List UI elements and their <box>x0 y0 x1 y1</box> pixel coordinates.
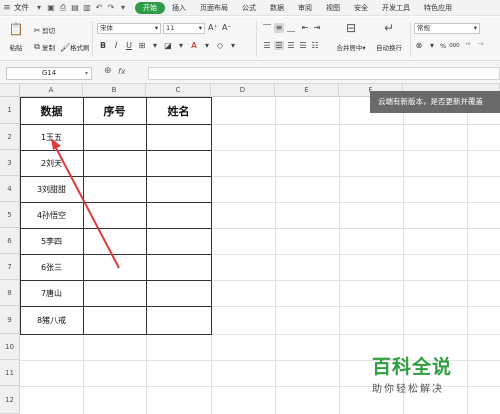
chevron-down-icon: ▾ <box>198 24 202 32</box>
undo-icon[interactable]: ↶ <box>93 2 105 13</box>
align-middle-icon[interactable]: ≡ <box>274 23 284 33</box>
watermark-title: 百科全说 <box>372 356 453 378</box>
print-icon[interactable]: ⎙ <box>57 2 69 13</box>
chevron-down-icon[interactable]: ▾ <box>176 41 186 50</box>
chevron-down-icon: ▾ <box>84 70 88 77</box>
print-preview-icon[interactable]: ▤ <box>69 2 81 13</box>
hamburger-menu-icon[interactable]: ≡ <box>0 3 14 13</box>
ribbon-toolbar: 📋 粘贴 ✂ 剪切 ⧉ 复制 🖌 格式刷 宋体 ▾ 11 ▾ A⁺ A⁻ B I… <box>0 17 500 61</box>
tab-developer[interactable]: 开发工具 <box>375 3 417 13</box>
font-color-icon[interactable]: A <box>189 41 199 50</box>
align-top-icon[interactable]: ⎺ <box>262 23 272 33</box>
file-menu[interactable]: 文件 <box>14 2 29 13</box>
copy-button[interactable]: ⧉ 复制 <box>32 42 55 52</box>
chevron-down-icon: ▾ <box>154 24 158 32</box>
font-name-select[interactable]: 宋体 ▾ <box>97 23 161 34</box>
redo-icon[interactable]: ↷ <box>105 2 117 13</box>
chevron-down-icon: ▾ <box>473 24 477 32</box>
copy-icon: ⧉ <box>34 42 40 51</box>
divider <box>256 21 257 57</box>
ribbon-tabs: 开始 插入 页面布局 公式 数据 审阅 视图 安全 开发工具 特色应用 <box>135 1 459 14</box>
underline-icon[interactable]: U <box>124 41 134 50</box>
horizontal-align-group: ☰ ☰ ☰ ☰ ☷ <box>262 41 320 50</box>
vertical-align-group: ⎺ ≡ ⎽ <box>262 23 296 33</box>
distributed-icon[interactable]: ☷ <box>310 41 320 50</box>
tab-security[interactable]: 安全 <box>347 3 375 13</box>
wrap-text-button[interactable]: ↵ 自动换行 <box>372 21 406 52</box>
tab-insert[interactable]: 插入 <box>165 3 193 13</box>
percent-style-button[interactable]: % <box>440 42 446 50</box>
tab-view[interactable]: 视图 <box>319 3 347 13</box>
chevron-down-icon[interactable]: ▾ <box>228 41 238 50</box>
indent-decrease-icon[interactable]: ⇤ <box>300 23 310 32</box>
menu-bar: ≡ 文件 ▾ ▣ ⎙ ▤ ▥ ↶ ↷ ▾ 开始 插入 页面布局 公式 数据 审阅… <box>0 0 500 16</box>
chevron-down-icon[interactable]: ▾ <box>150 41 160 50</box>
update-notification[interactable]: 云端有新版本，是否更新并覆盖 <box>370 91 500 113</box>
indent-increase-icon[interactable]: ⇥ <box>312 23 322 32</box>
watermark: 百科全说 助你轻松解决 <box>372 352 492 395</box>
tab-special[interactable]: 特色应用 <box>417 3 459 13</box>
fill-color-icon[interactable]: ◪ <box>163 41 173 50</box>
divider <box>410 21 411 57</box>
tab-page-layout[interactable]: 页面布局 <box>193 3 235 13</box>
tab-formulas[interactable]: 公式 <box>235 3 263 13</box>
tab-review[interactable]: 审阅 <box>291 3 319 13</box>
chevron-down-icon[interactable]: ▾ <box>202 41 212 50</box>
paste-icon: 📋 <box>8 22 24 36</box>
name-box[interactable]: G14 ▾ <box>6 67 92 80</box>
currency-icon[interactable]: ⊗ <box>414 41 424 50</box>
bold-icon[interactable]: B <box>98 41 108 50</box>
font-grow-icon: A⁺ <box>208 23 218 32</box>
tab-home[interactable]: 开始 <box>135 1 165 14</box>
border-icon[interactable]: ⊞ <box>137 41 147 50</box>
arrow-shaft <box>54 145 120 269</box>
chevron-down-icon[interactable]: ▾ <box>33 2 45 13</box>
wrap-text-icon: ↵ <box>383 21 395 35</box>
tab-data[interactable]: 数据 <box>263 3 291 13</box>
scissors-icon: ✂ <box>33 25 41 35</box>
save-icon[interactable]: ▣ <box>45 2 57 13</box>
align-right-icon[interactable]: ☰ <box>286 41 296 50</box>
number-format-select[interactable]: 常规 ▾ <box>414 23 480 34</box>
justify-icon[interactable]: ☰ <box>298 41 308 50</box>
shrink-font-button[interactable]: A⁻ <box>222 23 232 32</box>
align-center-icon[interactable]: ☰ <box>274 41 284 50</box>
merge-center-button[interactable]: ⊟ 合并居中▾ <box>334 21 368 52</box>
chevron-down-icon[interactable]: ▾ <box>427 41 437 50</box>
function-icon[interactable]: fx <box>118 67 126 76</box>
align-bottom-icon[interactable]: ⎽ <box>286 23 296 33</box>
number-format-group: ⊗ ▾ % 000 ⁺⁰ ⁻⁰ <box>414 41 486 50</box>
chevron-down-icon[interactable]: ▾ <box>117 2 129 13</box>
clear-format-icon[interactable]: ◇ <box>215 41 225 50</box>
format-painter-button[interactable]: 🖌 格式刷 <box>60 42 90 53</box>
formula-input[interactable] <box>148 67 500 80</box>
divider <box>92 21 93 57</box>
thousands-separator-button[interactable]: 000 <box>449 43 460 49</box>
cut-button[interactable]: ✂ 剪切 <box>32 25 55 36</box>
font-shrink-icon: A⁻ <box>222 23 232 32</box>
increase-decimal-icon[interactable]: ⁺⁰ <box>463 42 473 49</box>
align-left-icon[interactable]: ☰ <box>262 41 272 50</box>
font-style-group: B I U ⊞ ▾ ◪ ▾ A ▾ ◇ ▾ <box>98 41 238 50</box>
export-pdf-icon[interactable]: ▥ <box>81 2 93 13</box>
indent-group: ⇤ ⇥ <box>300 23 322 32</box>
merge-cells-icon: ⊟ <box>345 21 357 35</box>
brush-icon: 🖌 <box>60 42 71 52</box>
formula-bar: G14 ▾ ⊕ fx <box>0 62 500 84</box>
arrow-head <box>51 138 61 150</box>
paste-button[interactable]: 📋 粘贴 <box>6 22 26 52</box>
decrease-decimal-icon[interactable]: ⁻⁰ <box>476 42 486 49</box>
zoom-icon[interactable]: ⊕ <box>104 66 112 76</box>
watermark-subtitle: 助你轻松解决 <box>372 384 444 395</box>
font-size-select[interactable]: 11 ▾ <box>163 23 205 34</box>
italic-icon[interactable]: I <box>111 41 121 50</box>
grow-font-button[interactable]: A⁺ <box>208 23 218 32</box>
